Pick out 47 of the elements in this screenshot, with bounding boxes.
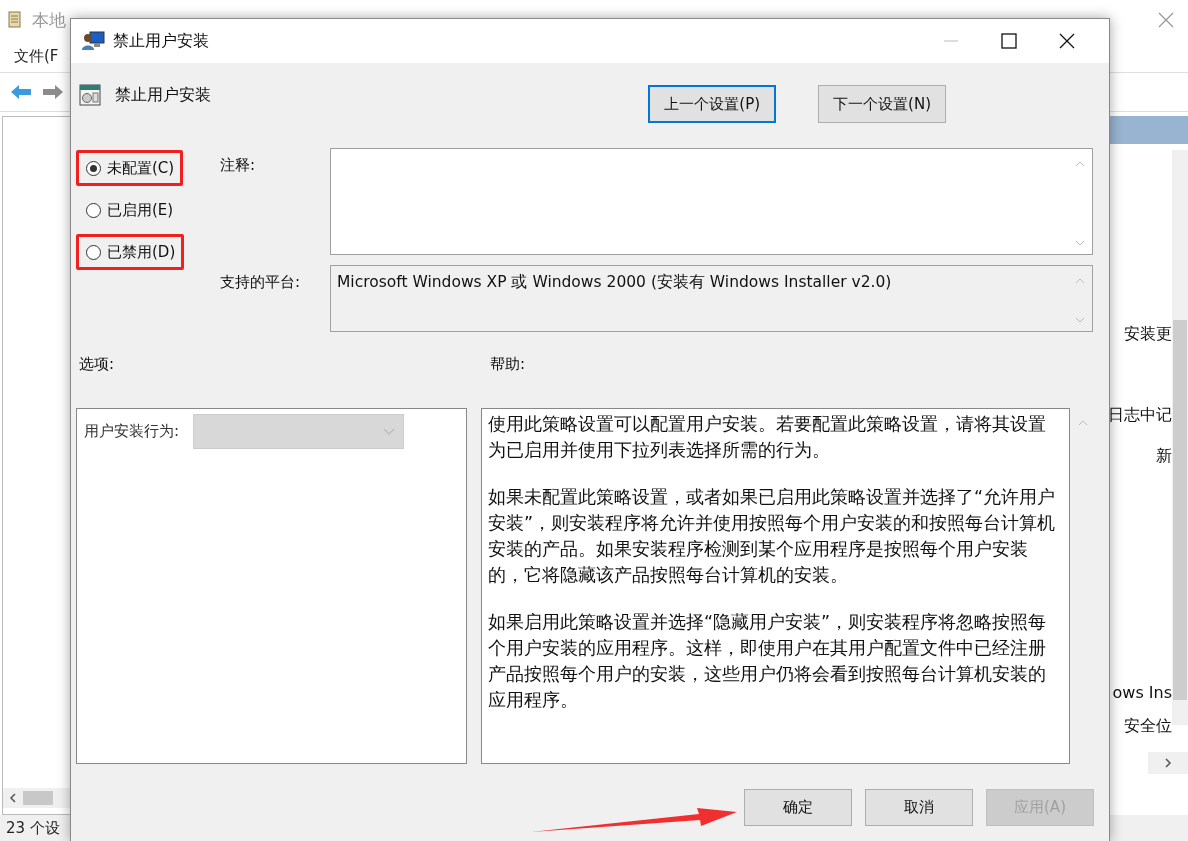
vertical-scrollbar[interactable]	[1172, 150, 1188, 725]
dialog-button[interactable]: 取消	[865, 789, 973, 826]
scroll-down-icon[interactable]	[1075, 317, 1085, 323]
scroll-up-icon[interactable]	[1077, 420, 1088, 426]
menu-item[interactable]: 文件(F	[14, 46, 59, 66]
radio-option[interactable]: 已禁用(D)	[76, 234, 185, 270]
scroll-icon	[6, 10, 24, 30]
scroll-up-icon[interactable]	[1075, 278, 1085, 284]
radio-circle-icon[interactable]	[86, 202, 101, 218]
setting-name: 禁止用户安装	[115, 85, 211, 106]
radio-option[interactable]: 未配置(C)	[76, 150, 184, 186]
horizontal-scrollbar[interactable]	[3, 788, 71, 808]
help-label: 帮助:	[490, 355, 526, 375]
help-paragraph: 如果启用此策略设置并选择“隐藏用户安装”，则安装程序将忽略按照每个用户安装的应用程序。这样，即使用户在其用户配置文件中已经注册产品按照每个用户的安装，这些用户仍将会看到按照每台计算机安装的应用程序。	[488, 611, 1048, 712]
setting-row-text: 日志中记	[1108, 405, 1172, 426]
close-icon[interactable]	[1059, 33, 1075, 49]
setting-row-text: 安全位	[1124, 716, 1172, 737]
back-arrow-icon[interactable]	[10, 84, 32, 100]
window-title: 本地	[32, 8, 66, 32]
forward-arrow-icon[interactable]	[42, 84, 64, 100]
scroll-right-icon[interactable]	[1164, 758, 1172, 768]
options-label: 选项:	[78, 355, 116, 375]
radio-option[interactable]: 已启用(E)	[76, 192, 183, 228]
chevron-down-icon	[383, 427, 396, 436]
user-computer-icon	[81, 31, 105, 51]
comment-label: 注释:	[220, 155, 257, 176]
setting-row-text: 新	[1156, 446, 1172, 467]
status-text: 23 个设	[6, 818, 60, 838]
radio-circle-icon[interactable]	[86, 244, 101, 260]
dialog-title: 禁止用户安装	[113, 30, 209, 52]
setting-row-text: 安装更	[1124, 324, 1172, 345]
maximize-icon[interactable]	[1001, 33, 1017, 49]
horizontal-scrollbar[interactable]	[1148, 752, 1188, 774]
help-paragraph: 使用此策略设置可以配置用户安装。若要配置此策略设置，请将其设置为已启用并使用下拉列表选择所需的行为。	[488, 413, 1047, 462]
platform-text: Microsoft Windows XP 或 Windows 2000 (安装有 Windows Installer v2.0)	[336, 272, 893, 293]
nav-button[interactable]: 上一个设置(P)	[648, 85, 777, 123]
help-paragraph: 如果未配置此策略设置，或者如果已启用此策略设置并选择了“允许用户安装”，则安装程序将允许并使用按照每个用户安装的和按照每台计算机安装的产品。如果安装程序检测到某个应用程序是按照每个用户安装的，它将隐藏该产品按照每台计算机的安装。	[488, 486, 1057, 587]
setting-row-text: ows Ins	[1112, 683, 1172, 702]
nav-button[interactable]: 下一个设置(N)	[818, 85, 946, 123]
comment-field[interactable]	[330, 148, 1093, 255]
radio-circle-icon[interactable]	[86, 160, 101, 176]
scroll-up-icon[interactable]	[1075, 161, 1085, 167]
policy-setting-icon	[79, 83, 101, 107]
scroll-left-icon[interactable]	[9, 793, 17, 803]
option-label: 用户安装行为:	[84, 422, 180, 441]
scroll-down-icon[interactable]	[1075, 240, 1085, 246]
platform-label: 支持的平台:	[220, 272, 302, 293]
